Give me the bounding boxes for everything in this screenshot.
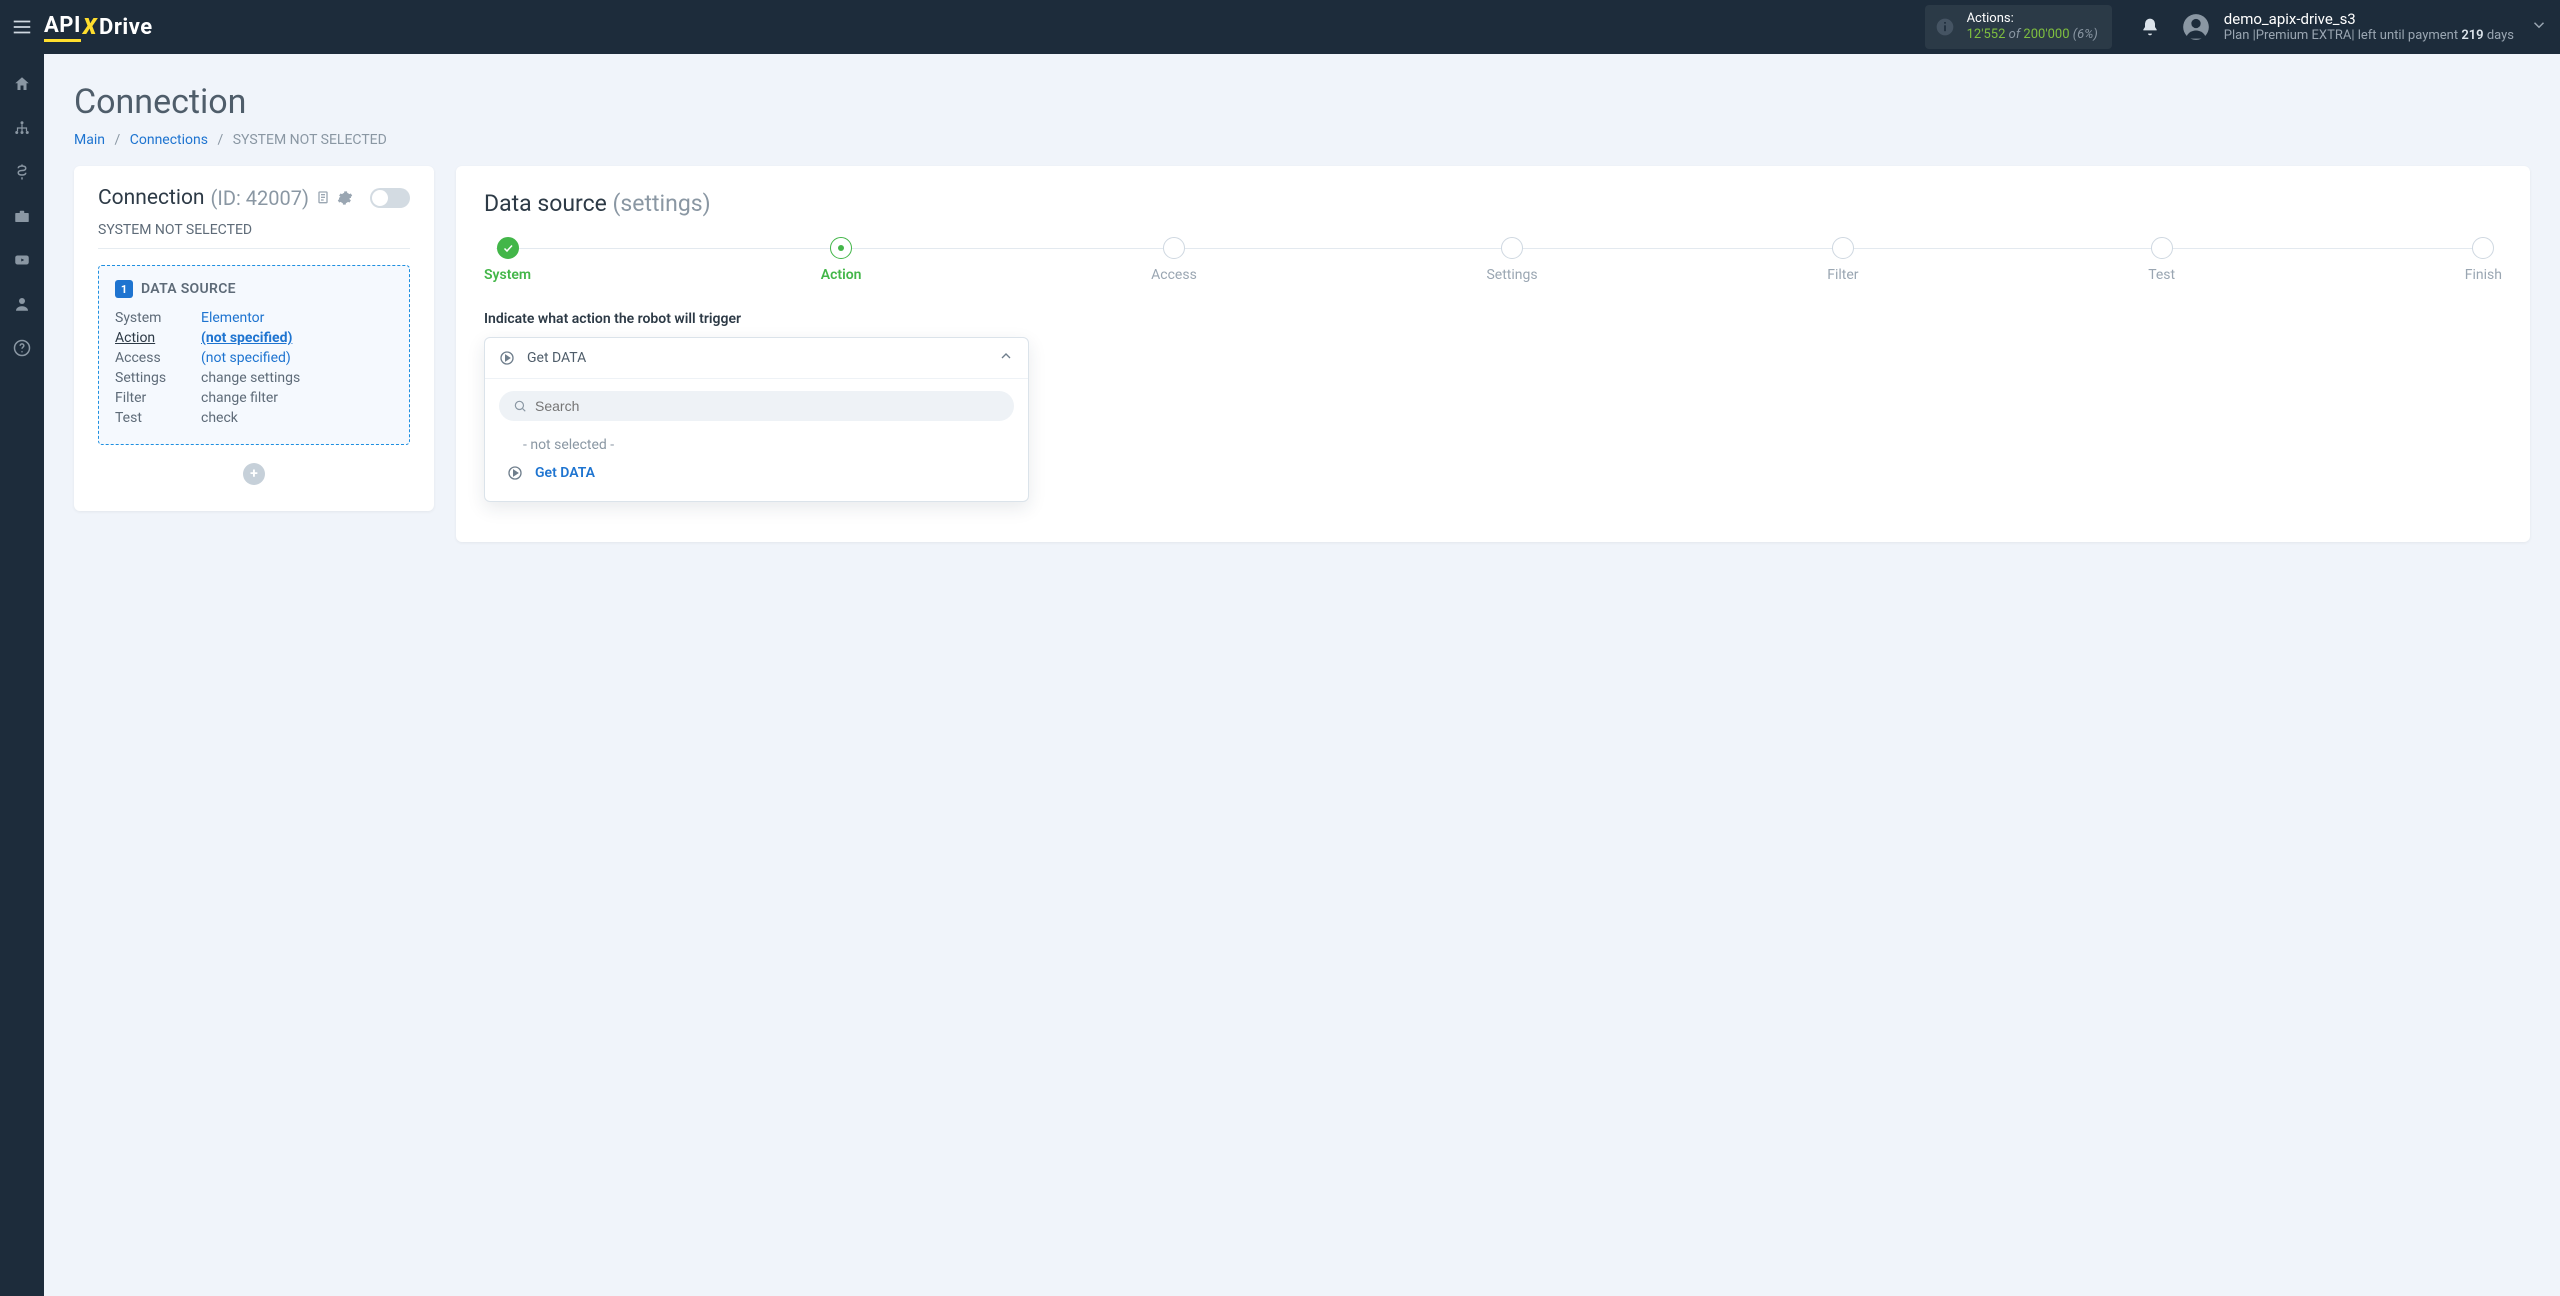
actions-usage[interactable]: Actions: 12'552 of 200'000 (6%) (1925, 5, 2112, 48)
breadcrumb-connections[interactable]: Connections (130, 132, 208, 148)
row-access-value[interactable]: (not specified) (201, 350, 291, 366)
sidebar-home[interactable] (0, 64, 44, 104)
actions-limit: 200'000 (2023, 27, 2069, 42)
breadcrumb: Main / Connections / SYSTEM NOT SELECTED (74, 132, 2530, 148)
connection-subhead: SYSTEM NOT SELECTED (98, 210, 410, 249)
connection-id: (ID: 42007) (211, 186, 309, 210)
action-field-label: Indicate what action the robot will trig… (484, 311, 2502, 327)
action-dropdown-toggle[interactable]: Get DATA (485, 338, 1028, 378)
info-icon (1933, 15, 1957, 39)
sidebar-account[interactable] (0, 284, 44, 324)
sidebar-help[interactable] (0, 328, 44, 368)
main-content: Connection Main / Connections / SYSTEM N… (44, 54, 2560, 572)
settings-card: Data source (settings) System Action Acc… (456, 166, 2530, 542)
sidebar-projects[interactable] (0, 196, 44, 236)
connection-card: Connection (ID: 42007) SYSTEM NOT SELECT… (74, 166, 434, 511)
chevron-up-icon (998, 348, 1014, 368)
action-search-input[interactable] (535, 398, 1000, 414)
row-system-label: System (115, 310, 201, 326)
data-source-box[interactable]: 1 DATA SOURCE SystemElementor Action(not… (98, 265, 410, 445)
row-filter-label: Filter (115, 390, 201, 406)
step-filter[interactable]: Filter (1827, 237, 1858, 283)
action-dropdown: Get DATA - not selected - (484, 337, 1029, 502)
step-action[interactable]: Action (821, 237, 862, 283)
page-title: Connection (74, 82, 2530, 122)
action-option-get-data[interactable]: Get DATA (499, 459, 1014, 487)
brand-logo[interactable]: APIXDrive (44, 13, 153, 42)
search-icon (513, 399, 527, 413)
wizard-stepper: System Action Access Settings Filter Tes… (484, 237, 2502, 283)
row-action-value[interactable]: (not specified) (201, 330, 292, 346)
sidebar-video[interactable] (0, 240, 44, 280)
play-icon (499, 350, 515, 366)
user-menu-caret[interactable] (2530, 16, 2548, 38)
step-system[interactable]: System (484, 237, 531, 283)
play-icon (507, 465, 525, 481)
notifications-button[interactable] (2132, 9, 2168, 45)
action-dropdown-search[interactable] (499, 391, 1014, 421)
row-system-value[interactable]: Elementor (201, 310, 264, 326)
row-action-label: Action (115, 330, 201, 346)
menu-toggle[interactable] (8, 13, 36, 41)
user-name: demo_apix-drive_s3 (2224, 10, 2514, 28)
connection-toggle[interactable] (370, 188, 410, 208)
logo-text-2: Drive (99, 15, 153, 40)
step-settings[interactable]: Settings (1486, 237, 1537, 283)
action-option-none[interactable]: - not selected - (499, 431, 1014, 459)
row-test-value[interactable]: check (201, 410, 238, 426)
connection-heading: Connection (ID: 42007) (98, 186, 410, 210)
user-plan: Plan |Premium EXTRA| left until payment … (2224, 28, 2514, 44)
row-filter-value[interactable]: change filter (201, 390, 278, 406)
user-avatar[interactable] (2178, 9, 2214, 45)
action-dropdown-value: Get DATA (527, 350, 986, 366)
sidebar-billing[interactable] (0, 152, 44, 192)
logo-x-icon: X (81, 15, 99, 40)
settings-heading: Data source (settings) (484, 190, 2502, 217)
breadcrumb-main[interactable]: Main (74, 132, 105, 148)
ds-title-text: DATA SOURCE (141, 281, 236, 297)
user-info[interactable]: demo_apix-drive_s3 Plan |Premium EXTRA| … (2224, 10, 2514, 44)
copy-icon[interactable] (315, 190, 331, 206)
gear-icon[interactable] (337, 190, 353, 206)
row-settings-label: Settings (115, 370, 201, 386)
actions-used: 12'552 (1967, 27, 2006, 42)
ds-number-badge: 1 (115, 280, 133, 298)
app-header: APIXDrive Actions: 12'552 of 200'000 (6%… (0, 0, 2560, 54)
step-test[interactable]: Test (2148, 237, 2175, 283)
add-destination-button[interactable]: + (243, 463, 265, 485)
actions-of: of (2009, 27, 2024, 42)
row-access-label: Access (115, 350, 201, 366)
actions-pct: (6%) (2073, 27, 2098, 42)
action-dropdown-panel: - not selected - Get DATA (485, 378, 1028, 501)
step-access[interactable]: Access (1151, 237, 1197, 283)
logo-text: API (44, 13, 81, 38)
row-test-label: Test (115, 410, 201, 426)
sidebar (0, 54, 44, 1296)
sidebar-connections[interactable] (0, 108, 44, 148)
row-settings-value[interactable]: change settings (201, 370, 300, 386)
actions-label: Actions: (1967, 11, 2098, 27)
step-finish[interactable]: Finish (2465, 237, 2502, 283)
breadcrumb-current: SYSTEM NOT SELECTED (233, 132, 387, 148)
